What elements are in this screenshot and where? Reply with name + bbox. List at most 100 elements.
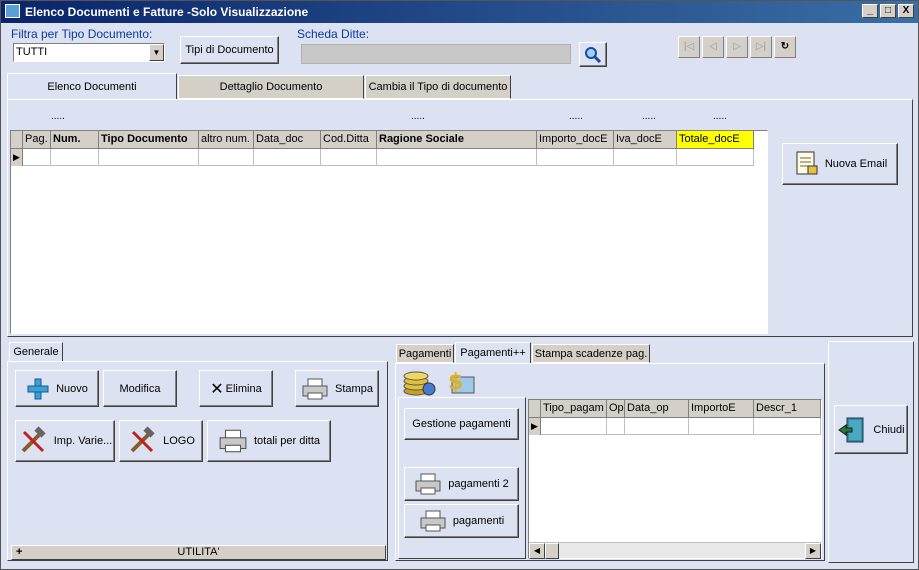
table-cell[interactable] [23,149,51,166]
horizontal-scrollbar[interactable]: ◀ ▶ [529,542,821,559]
printer-icon [415,473,441,495]
col-header[interactable]: altro num. [199,131,254,149]
app-icon [5,4,20,18]
maximize-button[interactable]: □ [880,4,896,18]
nuovo-button[interactable]: Nuovo [15,370,99,407]
col-header[interactable]: Ragione Sociale [377,131,537,149]
tab-cambia-tipo[interactable]: Cambia il Tipo di documento [365,75,511,99]
table-cell[interactable] [607,418,625,435]
pagamenti-grid[interactable]: Tipo_pagam Op Data_op ImportoE Descr_1 ▶… [528,399,822,559]
title-bar: Elenco Documenti e Fatture -Solo Visuali… [1,1,918,23]
filter-label: Filtra per Tipo Documento: [11,27,153,41]
nav-last-button[interactable]: ▷| [750,36,772,58]
doc-types-button[interactable]: Tipi di Documento [180,36,279,64]
logo-button[interactable]: LOGO [119,420,203,462]
nav-prev-button[interactable]: ◁ [702,36,724,58]
stampa-button[interactable]: Stampa [295,370,379,407]
main-window: Elenco Documenti e Fatture -Solo Visuali… [0,0,919,570]
table-cell[interactable] [614,149,677,166]
modifica-button[interactable]: Modifica [103,370,177,407]
col-header[interactable]: Pag. [23,131,51,149]
table-cell[interactable] [377,149,537,166]
coins-icon[interactable] [402,367,436,397]
col-header[interactable]: Data_op [625,400,689,418]
tab-pagamenti-plus[interactable]: Pagamenti++ [455,342,531,364]
nav-first-button[interactable]: |◁ [678,36,700,58]
plus-icon [27,378,49,399]
refresh-button[interactable]: ↻ [774,36,796,58]
table-cell[interactable] [254,149,321,166]
col-header[interactable]: Cod.Ditta [321,131,377,149]
col-header[interactable]: Tipo Documento [99,131,199,149]
tab-generale[interactable]: Generale [9,342,63,362]
col-header[interactable]: Tipo_pagam [541,400,607,418]
col-header[interactable]: Data_doc [254,131,321,149]
row-selector-icon[interactable]: ▶ [11,149,23,166]
svg-text:$: $ [448,370,463,395]
utilita-label: UTILITA' [177,546,220,558]
col-header[interactable]: Iva_docE [614,131,677,149]
pagamenti-2-button[interactable]: pagamenti 2 [404,467,519,501]
table-cell[interactable] [677,149,754,166]
table-cell[interactable] [754,418,821,435]
chiudi-label: Chiudi [873,423,905,436]
table-cell[interactable] [537,149,614,166]
tab-stampa-scadenze[interactable]: Stampa scadenze pag. [532,344,650,363]
table-cell[interactable] [541,418,607,435]
dots-label-3: ..... [569,111,583,122]
scroll-right-icon[interactable]: ▶ [805,543,821,559]
search-icon [585,46,602,63]
scroll-left-icon[interactable]: ◀ [529,543,545,559]
imp-varie-button[interactable]: Imp. Varie... [15,420,115,462]
nav-next-button[interactable]: ▷ [726,36,748,58]
col-header[interactable]: Descr_1 [754,400,821,418]
scroll-thumb[interactable] [545,543,559,559]
doc-type-select[interactable]: TUTTI ▼ [13,43,165,62]
table-cell[interactable] [51,149,99,166]
close-icon: ✕ [210,380,224,398]
nuova-email-button[interactable]: Nuova Email [782,143,898,185]
dots-label-2: ..... [411,111,425,122]
logo-label: LOGO [163,435,195,447]
chevron-down-icon[interactable]: ▼ [149,44,164,61]
table-cell[interactable] [625,418,689,435]
chiudi-button[interactable]: Chiudi [834,405,908,454]
gestione-pagamenti-button[interactable]: Gestione pagamenti [404,408,519,440]
table-cell[interactable] [99,149,199,166]
utilita-bar[interactable]: + UTILITA' [11,545,386,560]
dots-label-4: ..... [642,111,656,122]
tab-elenco-documenti[interactable]: Elenco Documenti [7,73,177,100]
totali-per-ditta-button[interactable]: totali per ditta [207,420,331,462]
col-header[interactable]: Importo_docE [537,131,614,149]
exit-door-icon [838,417,864,442]
scheda-ditte-field [301,44,571,64]
modifica-label: Modifica [119,382,161,395]
search-button[interactable] [579,42,607,67]
table-cell[interactable] [199,149,254,166]
documents-grid[interactable]: Pag. Num. Tipo Documento altro num. Data… [10,130,768,334]
doc-type-value: TUTTI [16,46,48,58]
scheda-label: Scheda Ditte: [297,27,370,41]
col-header[interactable]: Num. [51,131,99,149]
dots-label-5: ..... [713,111,727,122]
stampa-label: Stampa [335,382,373,395]
table-cell[interactable] [321,149,377,166]
elimina-button[interactable]: ✕ Elimina [199,370,273,407]
row-selector-icon[interactable]: ▶ [529,418,541,435]
printer-icon [219,429,247,453]
col-header[interactable]: Op [607,400,625,418]
tab-pagamenti[interactable]: Pagamenti [396,344,454,363]
table-cell[interactable] [689,418,754,435]
col-header[interactable]: ImportoE [689,400,754,418]
dollar-icon[interactable]: $ [444,367,478,397]
pagamenti-label: pagamenti [452,515,505,527]
document-icon [796,151,818,175]
col-header[interactable]: Totale_docE [677,131,754,149]
doc-types-button-label: Tipi di Documento [185,44,274,56]
nuovo-label: Nuovo [56,382,88,395]
minimize-button[interactable]: _ [862,4,878,18]
pagamenti-button[interactable]: pagamenti [404,504,519,538]
close-button[interactable]: X [898,4,914,18]
imp-varie-label: Imp. Varie... [53,435,113,447]
tab-dettaglio-documento[interactable]: Dettaglio Documento [178,75,364,99]
